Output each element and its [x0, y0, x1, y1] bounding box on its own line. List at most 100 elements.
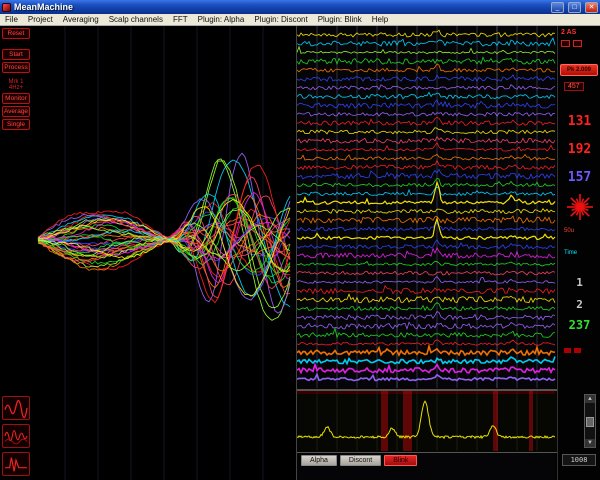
trace — [297, 275, 556, 284]
eeg-panel: Alpha Discont Blink — [296, 26, 557, 480]
gain-slider[interactable]: ▲ ▼ — [584, 394, 596, 448]
menubar: File Project Averaging Scalp channels FFT Plu… — [0, 14, 600, 26]
start-button[interactable]: Start — [2, 49, 30, 60]
detail-plot-panel — [297, 389, 557, 453]
trace — [297, 153, 556, 161]
trace — [297, 127, 556, 135]
readout-5: 2 — [576, 298, 583, 311]
readout-6: 237 — [568, 318, 591, 332]
waveform-icon-button-2[interactable] — [2, 424, 30, 448]
mini-button-2[interactable] — [573, 40, 582, 47]
trace — [297, 260, 556, 267]
status-label: 2 AS — [561, 29, 577, 36]
menu-scalp-channels[interactable]: Scalp channels — [104, 14, 168, 26]
menu-plugin-alpha[interactable]: Plugin: Alpha — [193, 14, 250, 26]
trace — [297, 222, 556, 232]
content: Reset Start Process Mrk 1 4Hz+ Monitor A… — [0, 26, 600, 480]
count-readout: 457 — [564, 82, 584, 91]
trace — [297, 116, 555, 126]
trace — [297, 111, 556, 117]
maximize-button[interactable]: □ — [568, 1, 581, 13]
trace — [297, 339, 556, 346]
event-band — [381, 391, 388, 451]
app-window: MeanMachine _ □ ✕ File Project Averaging Sc… — [0, 0, 600, 480]
menu-file[interactable]: File — [0, 14, 23, 26]
trace — [297, 63, 556, 73]
slider-down-arrow[interactable]: ▼ — [585, 439, 595, 447]
trace — [297, 372, 556, 382]
reset-button[interactable]: Reset — [2, 28, 30, 39]
trace — [297, 135, 556, 144]
butterfly-plot-panel[interactable] — [32, 26, 296, 480]
plugin-tabs: Alpha Discont Blink — [301, 455, 418, 466]
trace — [297, 29, 556, 38]
trace — [297, 177, 556, 188]
trace — [297, 215, 556, 225]
slider-track[interactable] — [585, 403, 595, 439]
waveform-icon — [5, 457, 27, 472]
monitor-button[interactable]: Monitor — [2, 93, 30, 104]
starburst-icon[interactable] — [565, 192, 595, 222]
trace — [297, 270, 556, 276]
trace — [297, 91, 556, 100]
process-button[interactable]: Process — [2, 62, 30, 73]
trace — [297, 238, 556, 250]
waveform-icon — [4, 429, 28, 445]
tab-discont[interactable]: Discont — [339, 455, 382, 466]
trace — [297, 356, 556, 366]
menu-help[interactable]: Help — [367, 14, 393, 26]
trace — [297, 292, 556, 304]
minimize-button[interactable]: _ — [551, 1, 564, 13]
event-band — [529, 391, 533, 451]
mini-button-1[interactable] — [561, 40, 570, 47]
marker-label: Mrk 1 4Hz+ — [8, 79, 24, 91]
readout-3: 157 — [567, 170, 592, 185]
right-sidebar: 2 AS Pk 2.009 457 131 192 157 50u Time 1… — [557, 26, 600, 480]
event-band — [403, 391, 412, 451]
trace — [297, 74, 556, 83]
trace — [297, 159, 556, 171]
scale-label: 50u — [564, 228, 575, 234]
readout-1: 131 — [567, 114, 592, 129]
trace — [297, 400, 555, 440]
trace — [297, 45, 556, 55]
waveform-icon-button-3[interactable] — [2, 452, 30, 476]
trace — [297, 99, 556, 109]
peak-button[interactable]: Pk 2.009 — [560, 64, 598, 76]
menu-plugin-discont[interactable]: Plugin: Discont — [249, 14, 312, 26]
trace — [297, 343, 556, 358]
detector-plot[interactable] — [297, 391, 555, 451]
trace — [297, 361, 556, 375]
trace — [297, 284, 556, 295]
slider-up-arrow[interactable]: ▲ — [585, 395, 595, 403]
close-button[interactable]: ✕ — [585, 1, 598, 13]
trace — [297, 37, 556, 47]
menu-project[interactable]: Project — [23, 14, 58, 26]
average-button[interactable]: Average — [2, 106, 30, 117]
slider-thumb[interactable] — [586, 417, 594, 427]
trace — [297, 83, 556, 91]
trace — [297, 186, 556, 197]
trace — [297, 321, 556, 331]
menu-fft[interactable]: FFT — [168, 14, 193, 26]
menu-plugin-blink[interactable]: Plugin: Blink — [313, 14, 367, 26]
tick-indicators — [564, 348, 581, 353]
trace — [297, 310, 556, 321]
slider-value: 1008 — [562, 454, 596, 466]
time-label: Time — [564, 250, 578, 256]
trace — [297, 326, 556, 339]
butterfly-plot[interactable] — [32, 26, 296, 480]
waveform-icon-button-1[interactable] — [2, 396, 30, 420]
trace — [297, 302, 556, 312]
window-title: MeanMachine — [14, 2, 74, 12]
readout-4: 1 — [576, 276, 583, 289]
eeg-traces-display[interactable] — [297, 26, 556, 388]
app-icon — [2, 2, 11, 12]
tick-icon — [564, 348, 571, 353]
menu-averaging[interactable]: Averaging — [58, 14, 104, 26]
tab-blink[interactable]: Blink — [384, 455, 418, 466]
single-button[interactable]: Single — [2, 119, 30, 130]
tab-alpha[interactable]: Alpha — [301, 455, 337, 466]
titlebar[interactable]: MeanMachine _ □ ✕ — [0, 0, 600, 14]
waveform-icon — [4, 400, 28, 419]
